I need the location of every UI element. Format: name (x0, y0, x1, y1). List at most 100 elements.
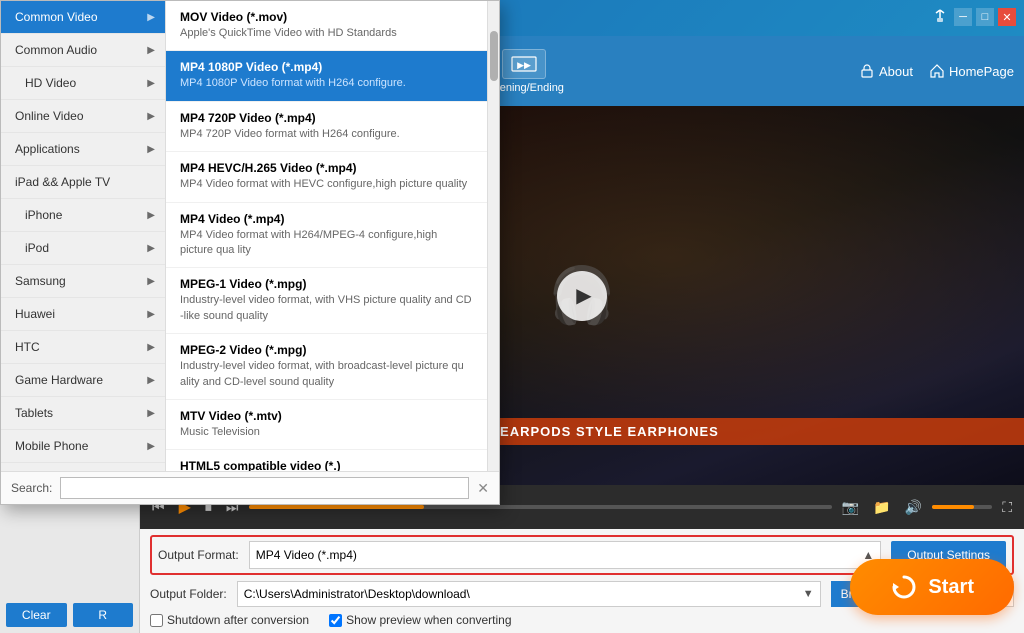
maximize-button[interactable]: □ (976, 8, 994, 26)
minimize-button[interactable]: ─ (954, 8, 972, 26)
folder-path-display: C:\Users\Administrator\Desktop\download\… (237, 581, 821, 607)
format-desc: MP4 Video format with H264/MPEG-4 config… (180, 228, 473, 259)
chevron-right-icon7: ▶ (147, 243, 155, 254)
bottom-btns: Clear R (0, 597, 139, 633)
shutdown-label: Shutdown after conversion (167, 613, 309, 627)
chevron-right-icon12: ▶ (147, 408, 155, 419)
show-preview-checkbox[interactable] (329, 614, 342, 627)
scroll-thumb[interactable] (490, 31, 498, 81)
opening-ending-icon: ▶▶ (502, 49, 546, 79)
format-item-mpeg1[interactable]: MPEG-1 Video (*.mpg) Industry-level vide… (166, 268, 487, 334)
fullscreen-button[interactable]: ⛶ (998, 497, 1016, 518)
format-item-html5[interactable]: HTML5 compatible video (*.) (166, 450, 487, 471)
format-item-mp4-1080p[interactable]: MP4 1080P Video (*.mp4) MP4 1080P Video … (166, 51, 487, 101)
chevron-right-icon10: ▶ (147, 342, 155, 353)
main-layout: 🎧 CHEAP EARPODS Clear R Common Video ▶ C… (0, 106, 1024, 633)
volume-button[interactable]: 🔊 (901, 497, 926, 518)
format-name: MPEG-2 Video (*.mpg) (180, 343, 473, 357)
cat-item-htc[interactable]: HTC ▶ (1, 331, 165, 364)
format-name: MPEG-1 Video (*.mpg) (180, 277, 473, 291)
clear-button[interactable]: Clear (6, 603, 67, 627)
format-name: MP4 720P Video (*.mp4) (180, 111, 473, 125)
chevron-right-icon3: ▶ (147, 78, 155, 89)
format-desc: MP4 1080P Video format with H264 configu… (180, 76, 473, 91)
format-desc: Apple's QuickTime Video with HD Standard… (180, 26, 473, 41)
format-desc: MP4 Video format with HEVC configure,hig… (180, 177, 473, 192)
chevron-right-icon5: ▶ (147, 144, 155, 155)
search-clear-button[interactable]: ✕ (477, 480, 489, 497)
homepage-button[interactable]: HomePage (929, 63, 1014, 79)
start-button-area: Start (850, 559, 1014, 615)
format-item-mtv[interactable]: MTV Video (*.mtv) Music Television (166, 400, 487, 450)
shutdown-checkbox-label: Shutdown after conversion (150, 613, 309, 627)
show-preview-checkbox-label: Show preview when converting (329, 613, 511, 627)
format-desc: Industry-level video format, with VHS pi… (180, 293, 473, 324)
chevron-right-icon2: ▶ (147, 45, 155, 56)
cat-item-tablets[interactable]: Tablets ▶ (1, 397, 165, 430)
format-name: MP4 Video (*.mp4) (180, 212, 473, 226)
cat-item-common-video[interactable]: Common Video ▶ (1, 1, 165, 34)
folder-path-value: C:\Users\Administrator\Desktop\download\ (244, 587, 470, 601)
progress-bar[interactable] (249, 505, 832, 509)
format-item-mov[interactable]: MOV Video (*.mov) Apple's QuickTime Vide… (166, 1, 487, 51)
format-search-bar: Search: ✕ (1, 471, 499, 504)
format-scrollbar[interactable] (487, 1, 499, 471)
cat-item-mobile[interactable]: Mobile Phone ▶ (1, 430, 165, 463)
format-desc: Industry-level video format, with broadc… (180, 359, 473, 390)
format-name: HTML5 compatible video (*.) (180, 459, 473, 471)
cat-item-iphone[interactable]: iPhone ▶ (1, 199, 165, 232)
category-column: Common Video ▶ Common Audio ▶ HD Video ▶… (1, 1, 166, 471)
format-name: MP4 HEVC/H.265 Video (*.mp4) (180, 161, 473, 175)
output-folder-label: Output Folder: (150, 587, 227, 601)
output-format-label: Output Format: (158, 548, 239, 562)
camera-button[interactable]: 📷 (838, 497, 863, 518)
format-item-mp4-hevc[interactable]: MP4 HEVC/H.265 Video (*.mp4) MP4 Video f… (166, 152, 487, 202)
format-item-mp4-720p[interactable]: MP4 720P Video (*.mp4) MP4 720P Video fo… (166, 102, 487, 152)
chevron-right-icon9: ▶ (147, 309, 155, 320)
cat-item-online-video[interactable]: Online Video ▶ (1, 100, 165, 133)
lock-icon (859, 63, 875, 79)
home-icon (929, 63, 945, 79)
folder-button[interactable]: 📁 (869, 497, 894, 518)
chevron-right-icon: ▶ (147, 12, 155, 23)
refresh-button[interactable]: R (73, 603, 134, 627)
start-button[interactable]: Start (850, 559, 1014, 615)
about-button[interactable]: About (859, 63, 913, 79)
format-name: MTV Video (*.mtv) (180, 409, 473, 423)
format-item-mp4[interactable]: MP4 Video (*.mp4) MP4 Video format with … (166, 203, 487, 269)
antenna-icon (930, 8, 950, 28)
chevron-right-icon4: ▶ (147, 111, 155, 122)
toolbar-right: About HomePage (859, 63, 1014, 79)
format-select-dropdown[interactable]: MP4 Video (*.mp4) ▲ (249, 541, 882, 569)
format-name: MP4 1080P Video (*.mp4) (180, 60, 473, 74)
chevron-right-icon6: ▶ (147, 210, 155, 221)
cat-item-ipad[interactable]: iPad && Apple TV (1, 166, 165, 199)
format-desc: Music Television (180, 425, 473, 440)
close-button[interactable]: ✕ (998, 8, 1016, 26)
volume-fill (932, 505, 974, 509)
selected-format-value: MP4 Video (*.mp4) (256, 548, 357, 562)
chevron-right-icon13: ▶ (147, 441, 155, 452)
play-button[interactable] (557, 271, 607, 321)
show-preview-label: Show preview when converting (346, 613, 511, 627)
chevron-right-icon8: ▶ (147, 276, 155, 287)
cat-item-applications[interactable]: Applications ▶ (1, 133, 165, 166)
volume-bar[interactable] (932, 505, 992, 509)
cat-item-media[interactable]: Media Player ▶ (1, 463, 165, 471)
cat-item-game[interactable]: Game Hardware ▶ (1, 364, 165, 397)
format-item-mpeg2[interactable]: MPEG-2 Video (*.mpg) Industry-level vide… (166, 334, 487, 400)
options-row: Shutdown after conversion Show preview w… (150, 613, 1014, 627)
search-label: Search: (11, 481, 52, 495)
shutdown-checkbox[interactable] (150, 614, 163, 627)
format-name: MOV Video (*.mov) (180, 10, 473, 24)
format-dropdown: Common Video ▶ Common Audio ▶ HD Video ▶… (0, 0, 500, 505)
format-column: MOV Video (*.mov) Apple's QuickTime Vide… (166, 1, 487, 471)
window-controls: ─ □ ✕ (930, 8, 1016, 28)
cat-item-samsung[interactable]: Samsung ▶ (1, 265, 165, 298)
cat-item-common-audio[interactable]: Common Audio ▶ (1, 34, 165, 67)
search-input[interactable] (60, 477, 469, 499)
cat-item-ipod[interactable]: iPod ▶ (1, 232, 165, 265)
cat-item-huawei[interactable]: Huawei ▶ (1, 298, 165, 331)
dropdown-inner: Common Video ▶ Common Audio ▶ HD Video ▶… (1, 1, 499, 471)
cat-item-hd-video[interactable]: HD Video ▶ (1, 67, 165, 100)
